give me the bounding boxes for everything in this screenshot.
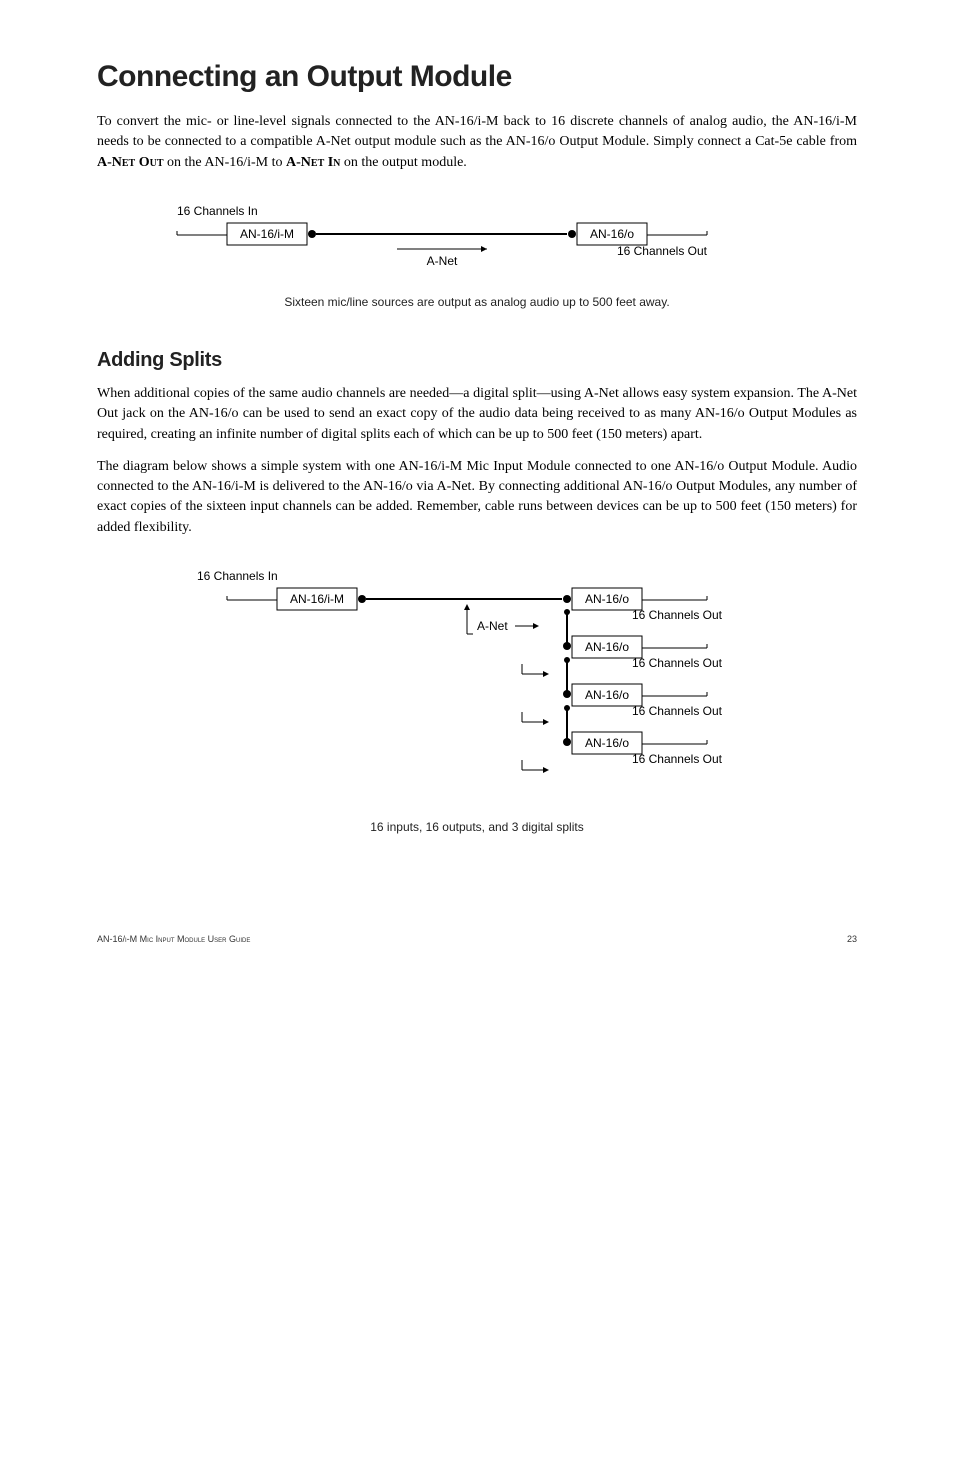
footer-page-number: 23 bbox=[847, 934, 857, 944]
d2-out1-label: 16 Channels Out bbox=[632, 608, 723, 622]
d1-box-right-label: AN-16/o bbox=[590, 227, 634, 241]
footer-doc-title: AN-16/i-M Mic Input Module User Guide bbox=[97, 934, 250, 944]
diagram-simple: 16 Channels In AN-16/i-M A-Net AN-16/o 1… bbox=[97, 201, 857, 281]
d2-box4-label: AN-16/o bbox=[585, 736, 629, 750]
page-title: Connecting an Output Module bbox=[97, 60, 857, 94]
caption-1: Sixteen mic/line sources are output as a… bbox=[97, 295, 857, 309]
diagram-splits: 16 Channels In AN-16/i-M A-Net AN-16/o 1… bbox=[97, 566, 857, 806]
section-heading-splits: Adding Splits bbox=[97, 349, 857, 372]
d2-box2-label: AN-16/o bbox=[585, 640, 629, 654]
d2-box-left-label: AN-16/i-M bbox=[290, 592, 344, 606]
splits-paragraph-2: The diagram below shows a simple system … bbox=[97, 457, 857, 538]
d2-box1-label: AN-16/o bbox=[585, 592, 629, 606]
p1-anet-in: A-Net In bbox=[286, 155, 340, 170]
d1-anet-label: A-Net bbox=[427, 254, 458, 268]
caption-2: 16 inputs, 16 outputs, and 3 digital spl… bbox=[97, 820, 857, 834]
d2-box3-label: AN-16/o bbox=[585, 688, 629, 702]
page-footer: AN-16/i-M Mic Input Module User Guide 23 bbox=[97, 934, 857, 944]
d1-channels-out-label: 16 Channels Out bbox=[617, 244, 708, 258]
d1-channels-in-label: 16 Channels In bbox=[177, 204, 258, 218]
d2-anet-label: A-Net bbox=[477, 619, 508, 633]
p1-part-a: To convert the mic- or line-level signal… bbox=[97, 114, 857, 149]
p1-part-e: on the output module. bbox=[340, 155, 466, 170]
intro-paragraph: To convert the mic- or line-level signal… bbox=[97, 112, 857, 173]
d2-out4-label: 16 Channels Out bbox=[632, 752, 723, 766]
d2-out2-label: 16 Channels Out bbox=[632, 656, 723, 670]
splits-paragraph-1: When additional copies of the same audio… bbox=[97, 384, 857, 445]
d1-box-left-label: AN-16/i-M bbox=[240, 227, 294, 241]
d2-channels-in-label: 16 Channels In bbox=[197, 569, 278, 583]
p1-part-c: on the AN-16/i-M to bbox=[164, 155, 287, 170]
p1-anet-out: A-Net Out bbox=[97, 155, 164, 170]
d2-out3-label: 16 Channels Out bbox=[632, 704, 723, 718]
